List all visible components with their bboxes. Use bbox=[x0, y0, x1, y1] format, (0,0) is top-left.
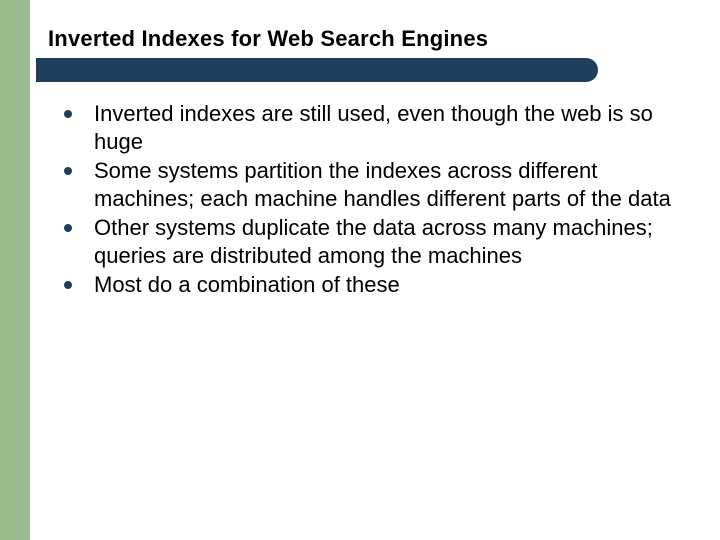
list-item: Inverted indexes are still used, even th… bbox=[58, 100, 678, 155]
bullet-list: Inverted indexes are still used, even th… bbox=[58, 100, 678, 299]
sidebar-accent bbox=[0, 0, 30, 540]
content-area: Inverted indexes are still used, even th… bbox=[58, 100, 678, 301]
title-bar-cap bbox=[574, 58, 598, 82]
list-item: Some systems partition the indexes acros… bbox=[58, 157, 678, 212]
title-underline-bar bbox=[36, 58, 586, 82]
list-item: Other systems duplicate the data across … bbox=[58, 214, 678, 269]
list-item: Most do a combination of these bbox=[58, 271, 678, 299]
slide-title: Inverted Indexes for Web Search Engines bbox=[48, 26, 488, 52]
slide: Inverted Indexes for Web Search Engines … bbox=[0, 0, 720, 540]
